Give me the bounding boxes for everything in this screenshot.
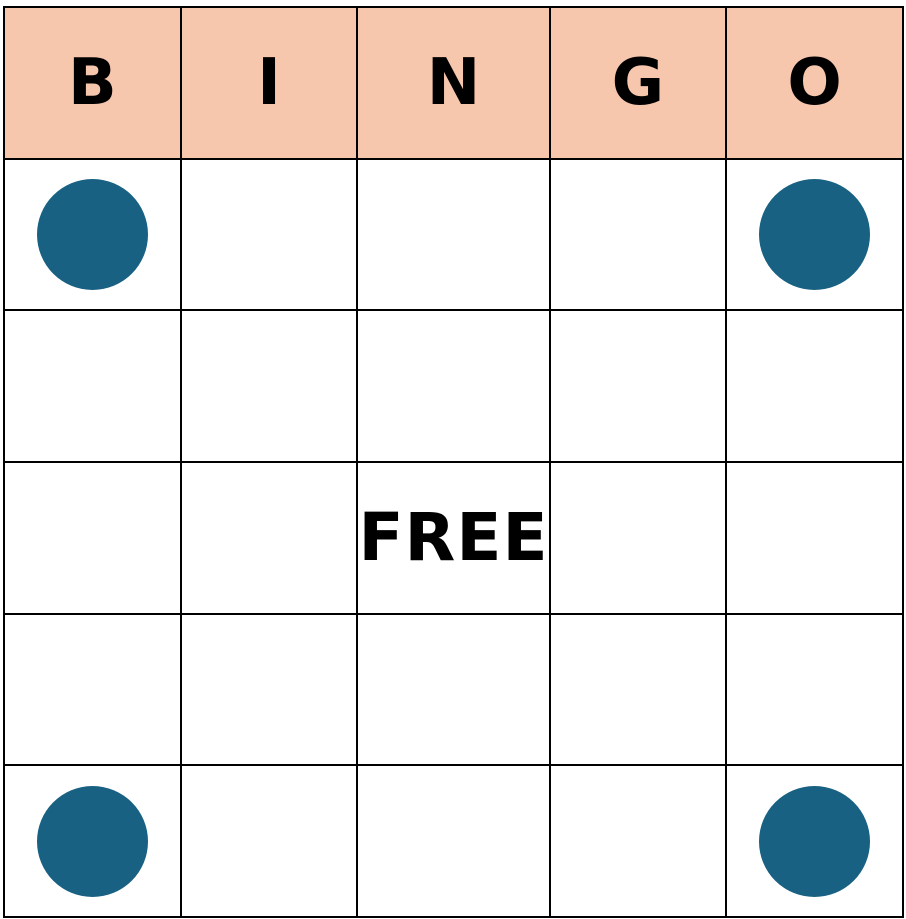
bingo-cell-r3-c4[interactable]	[550, 463, 728, 615]
dauber-marker	[36, 178, 148, 290]
bingo-cell-r1-c2[interactable]	[181, 159, 359, 312]
bingo-cell-r2-c2[interactable]	[181, 311, 359, 463]
bingo-cell-r4-c1[interactable]	[5, 614, 182, 767]
bingo-cell-r2-c4[interactable]	[550, 311, 728, 463]
bingo-cell-r1-c3[interactable]	[358, 159, 551, 312]
bingo-cell-r5-c3[interactable]	[358, 766, 551, 918]
bingo-cell-r5-c5[interactable]	[727, 766, 904, 918]
dauber-marker	[759, 785, 871, 897]
bingo-cell-r3-c1[interactable]	[5, 463, 182, 615]
header-letter-1: B	[5, 8, 182, 160]
bingo-cell-r2-c1[interactable]	[5, 311, 182, 463]
bingo-cell-r2-c3[interactable]	[358, 311, 551, 463]
bingo-cell-r4-c3[interactable]	[358, 614, 551, 767]
free-space: FREE	[358, 463, 551, 615]
bingo-cell-r1-c4[interactable]	[550, 159, 728, 312]
bingo-cell-r1-c1[interactable]	[5, 159, 182, 312]
bingo-cell-r5-c1[interactable]	[5, 766, 182, 918]
bingo-cell-r4-c5[interactable]	[727, 614, 904, 767]
free-space-label: FREE	[358, 499, 549, 577]
header-letter-3: N	[358, 8, 551, 160]
dauber-marker	[759, 178, 871, 290]
bingo-cell-r5-c4[interactable]	[550, 766, 728, 918]
bingo-cell-r2-c5[interactable]	[727, 311, 904, 463]
bingo-cell-r3-c5[interactable]	[727, 463, 904, 615]
header-letter-2: I	[181, 8, 359, 160]
bingo-cell-r3-c2[interactable]	[181, 463, 359, 615]
dauber-marker	[36, 785, 148, 897]
bingo-cell-r1-c5[interactable]	[727, 159, 904, 312]
bingo-cell-r5-c2[interactable]	[181, 766, 359, 918]
header-letter-4: G	[550, 8, 728, 160]
header-letter-5: O	[727, 8, 904, 160]
bingo-card: B I N G O FREE	[3, 6, 904, 918]
bingo-cell-r4-c4[interactable]	[550, 614, 728, 767]
bingo-cell-r4-c2[interactable]	[181, 614, 359, 767]
